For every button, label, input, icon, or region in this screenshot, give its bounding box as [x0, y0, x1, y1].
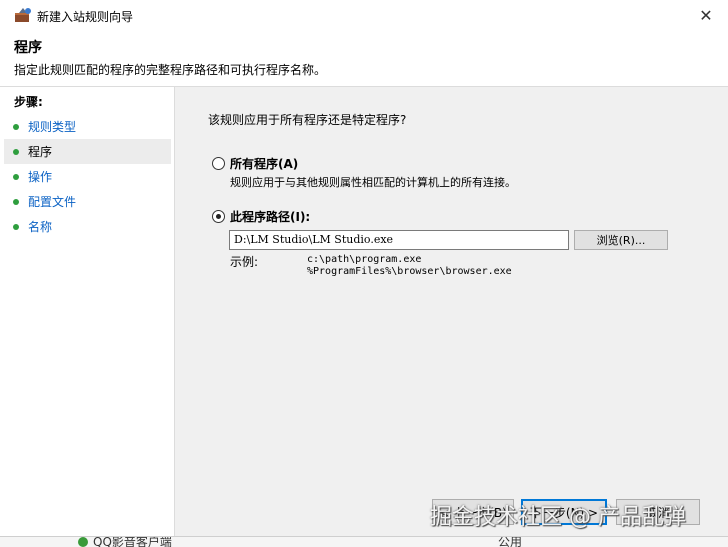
example-path: c:\path\program.exe [307, 254, 422, 265]
step-bullet-icon [13, 198, 19, 205]
step-program: 程序 [4, 139, 171, 164]
step-bullet-icon [13, 223, 19, 230]
step-rule-type[interactable]: 规则类型 [4, 114, 171, 139]
program-path-label[interactable]: 此程序路径(I): [230, 208, 310, 225]
steps-panel: 步骤: 规则类型 程序 操作 配置文件 名称 [0, 87, 175, 546]
example-path: %ProgramFiles%\browser\browser.exe [307, 266, 512, 277]
page-description: 指定此规则匹配的程序的完整程序路径和可执行程序名称。 [14, 63, 327, 77]
browse-button[interactable]: 浏览(R)... [574, 230, 668, 250]
window-title: 新建入站规则向导 [37, 10, 134, 24]
step-label[interactable]: 规则类型 [28, 118, 76, 135]
step-label[interactable]: 操作 [28, 168, 52, 185]
close-icon: ✕ [699, 5, 713, 25]
all-programs-radio[interactable] [212, 157, 225, 170]
wizard-header: 程序 指定此规则匹配的程序的完整程序路径和可执行程序名称。 [0, 30, 728, 87]
step-profile[interactable]: 配置文件 [4, 189, 171, 214]
firewall-wizard-icon [15, 8, 31, 22]
scope-question: 该规则应用于所有程序还是特定程序? [208, 113, 407, 127]
step-label[interactable]: 配置文件 [28, 193, 76, 210]
step-label[interactable]: 名称 [28, 218, 52, 235]
steps-title: 步骤: [14, 95, 43, 109]
step-bullet-icon [13, 148, 19, 155]
step-action[interactable]: 操作 [4, 164, 171, 189]
step-bullet-icon [13, 123, 19, 130]
back-button[interactable]: < 上一步(B) [432, 499, 514, 525]
content-pane: 该规则应用于所有程序还是特定程序? 所有程序(A) 规则应用于与其他规则属性相匹… [175, 87, 728, 546]
step-bullet-icon [13, 173, 19, 180]
background-window-strip: QQ影音客户端 公用 [0, 536, 728, 547]
title-bar: 新建入站规则向导 ✕ [0, 0, 728, 30]
step-label: 程序 [28, 145, 53, 159]
program-path-input[interactable]: D:\LM Studio\LM Studio.exe [229, 230, 569, 250]
program-path-radio[interactable] [212, 210, 225, 223]
all-programs-label[interactable]: 所有程序(A) [230, 155, 298, 172]
cancel-button[interactable]: 取消 [616, 499, 700, 525]
next-button[interactable]: 下一步(N) > [521, 499, 607, 525]
background-list-profile: 公用 [498, 536, 523, 547]
step-name[interactable]: 名称 [4, 214, 171, 239]
example-label: 示例: [230, 255, 259, 269]
close-button[interactable]: ✕ [688, 2, 724, 28]
steps-list: 规则类型 程序 操作 配置文件 名称 [4, 114, 171, 239]
page-title: 程序 [14, 40, 42, 56]
background-list-item: QQ影音客户端 [93, 536, 172, 547]
all-programs-description: 规则应用于与其他规则属性相匹配的计算机上的所有连接。 [230, 176, 516, 189]
